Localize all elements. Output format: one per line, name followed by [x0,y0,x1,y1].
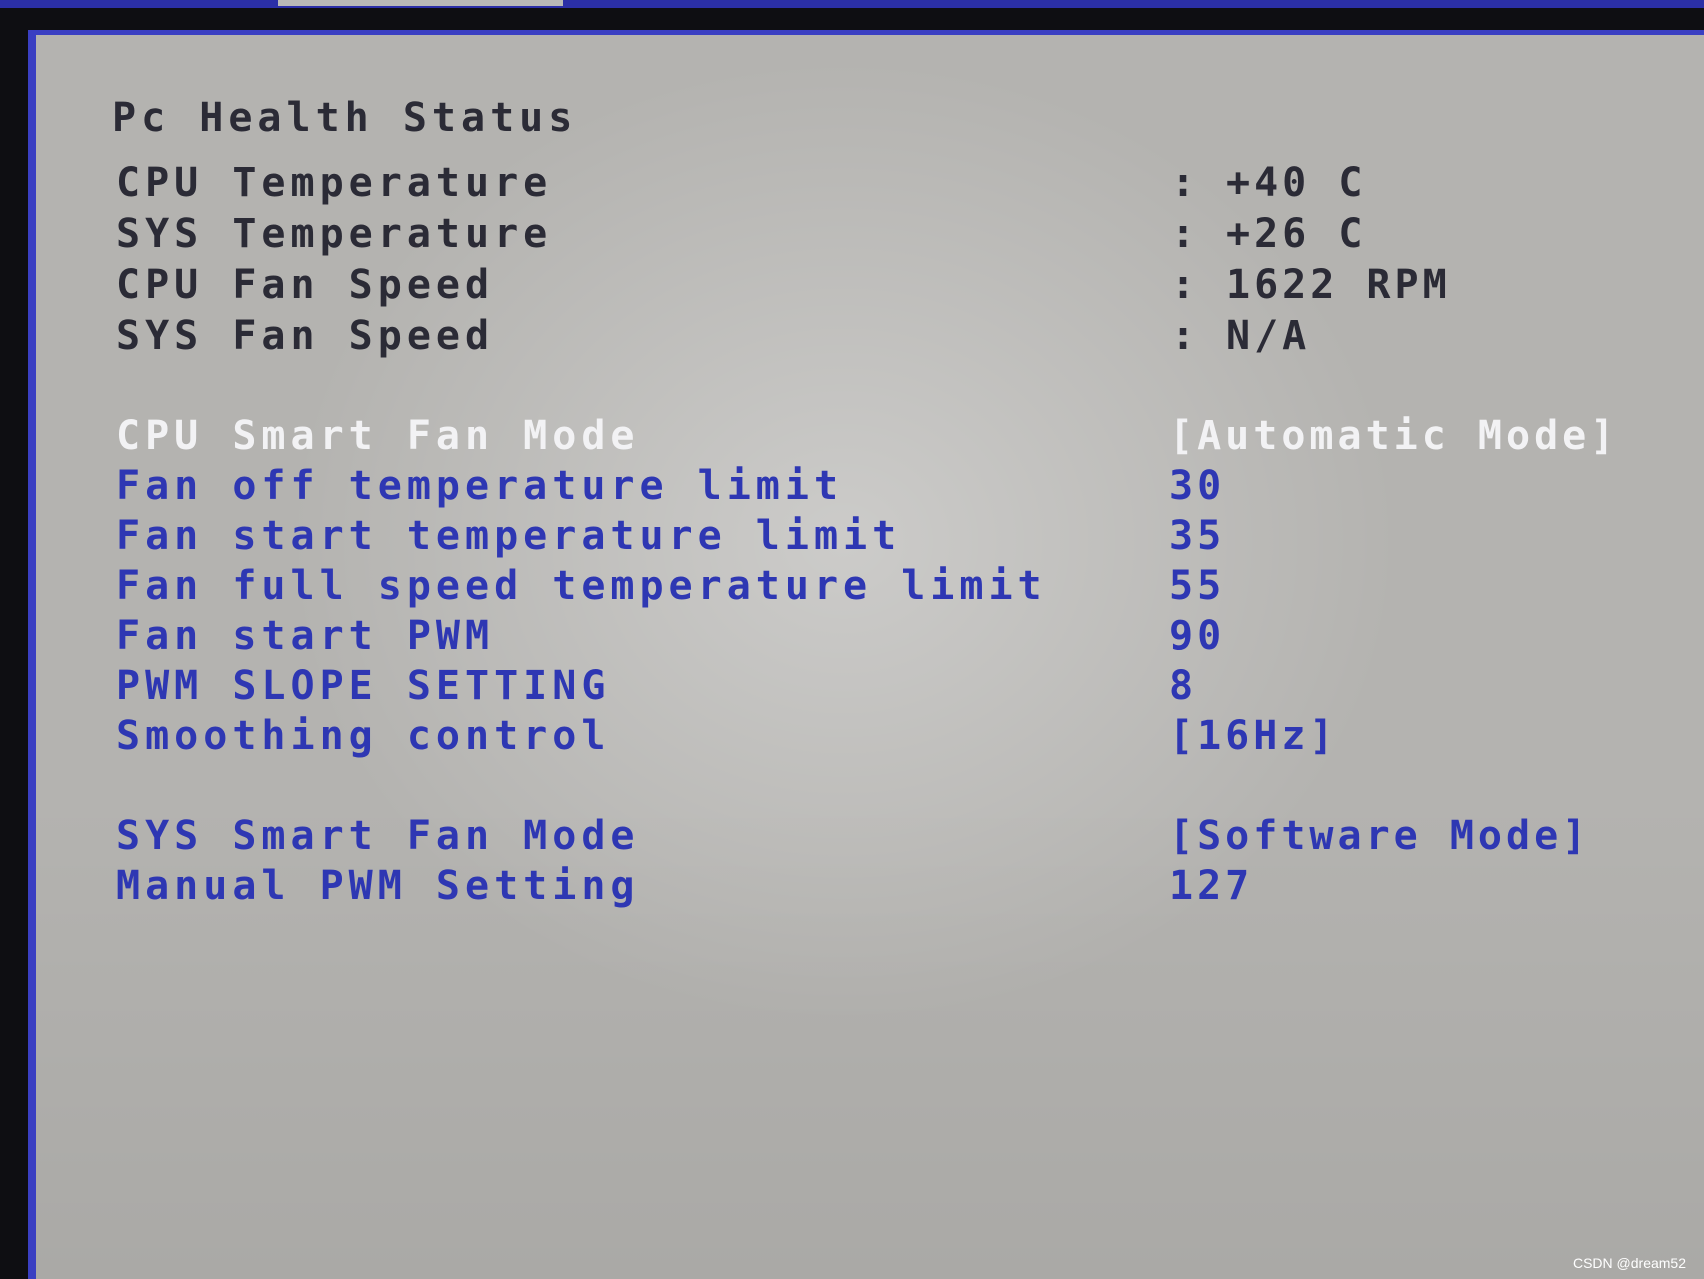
setting-cpu-smart-fan-mode[interactable]: CPU Smart Fan Mode [Automatic Mode] [36,413,1696,463]
colon-separator: : [1171,211,1196,257]
watermark: CSDN @dream52 [1572,1255,1686,1271]
status-row-cpu-fan-speed: CPU Fan Speed : 1622 RPM [36,262,1696,312]
setting-sys-smart-fan-mode[interactable]: SYS Smart Fan Mode [Software Mode] [36,813,1696,863]
setting-value[interactable]: 90 [1169,613,1225,659]
setting-value[interactable]: 30 [1169,463,1225,509]
setting-value[interactable]: [16Hz] [1169,713,1338,759]
colon-separator: : [1171,160,1196,206]
setting-label: SYS Smart Fan Mode [116,813,640,859]
setting-label: Fan start PWM [116,613,495,659]
active-menu-tab[interactable] [278,0,563,6]
setting-label: Fan off temperature limit [116,463,844,509]
setting-value[interactable]: 55 [1169,563,1225,609]
setting-label: PWM SLOPE SETTING [116,663,611,709]
setting-value[interactable]: 35 [1169,513,1225,559]
status-value: 1622 RPM [1226,262,1451,308]
status-label: CPU Temperature [116,160,553,206]
setting-smoothing-control[interactable]: Smoothing control [16Hz] [36,713,1696,763]
setting-label: Fan full speed temperature limit [116,563,1047,609]
setting-fan-off-temperature-limit[interactable]: Fan off temperature limit 30 [36,463,1696,513]
status-label: SYS Temperature [116,211,553,257]
setting-value[interactable]: 127 [1169,863,1253,909]
setting-label: Fan start temperature limit [116,513,902,559]
bios-screen: Pc Health Status CPU Temperature : +40 C… [0,0,1704,1279]
top-menu-bar [0,0,1704,8]
colon-separator: : [1171,262,1196,308]
status-row-sys-temperature: SYS Temperature : +26 C [36,211,1696,261]
status-value: +40 C [1226,160,1367,206]
status-row-sys-fan-speed: SYS Fan Speed : N/A [36,313,1696,363]
colon-separator: : [1171,313,1196,359]
status-value: +26 C [1226,211,1367,257]
setting-label: CPU Smart Fan Mode [116,413,640,459]
setting-value[interactable]: [Automatic Mode] [1169,413,1618,459]
setting-manual-pwm-setting[interactable]: Manual PWM Setting 127 [36,863,1696,913]
setting-fan-full-speed-temperature-limit[interactable]: Fan full speed temperature limit 55 [36,563,1696,613]
setting-label: Manual PWM Setting [116,863,640,909]
setting-value[interactable]: 8 [1169,663,1197,709]
status-label: SYS Fan Speed [116,313,495,359]
setting-fan-start-temperature-limit[interactable]: Fan start temperature limit 35 [36,513,1696,563]
status-row-cpu-temperature: CPU Temperature : +40 C [36,160,1696,210]
setting-label: Smoothing control [116,713,611,759]
pc-health-status-panel: Pc Health Status CPU Temperature : +40 C… [28,30,1704,1279]
setting-pwm-slope-setting[interactable]: PWM SLOPE SETTING 8 [36,663,1696,713]
setting-fan-start-pwm[interactable]: Fan start PWM 90 [36,613,1696,663]
setting-value[interactable]: [Software Mode] [1169,813,1590,859]
status-label: CPU Fan Speed [116,262,495,308]
status-value: N/A [1226,313,1311,359]
page-title: Pc Health Status [112,95,578,141]
